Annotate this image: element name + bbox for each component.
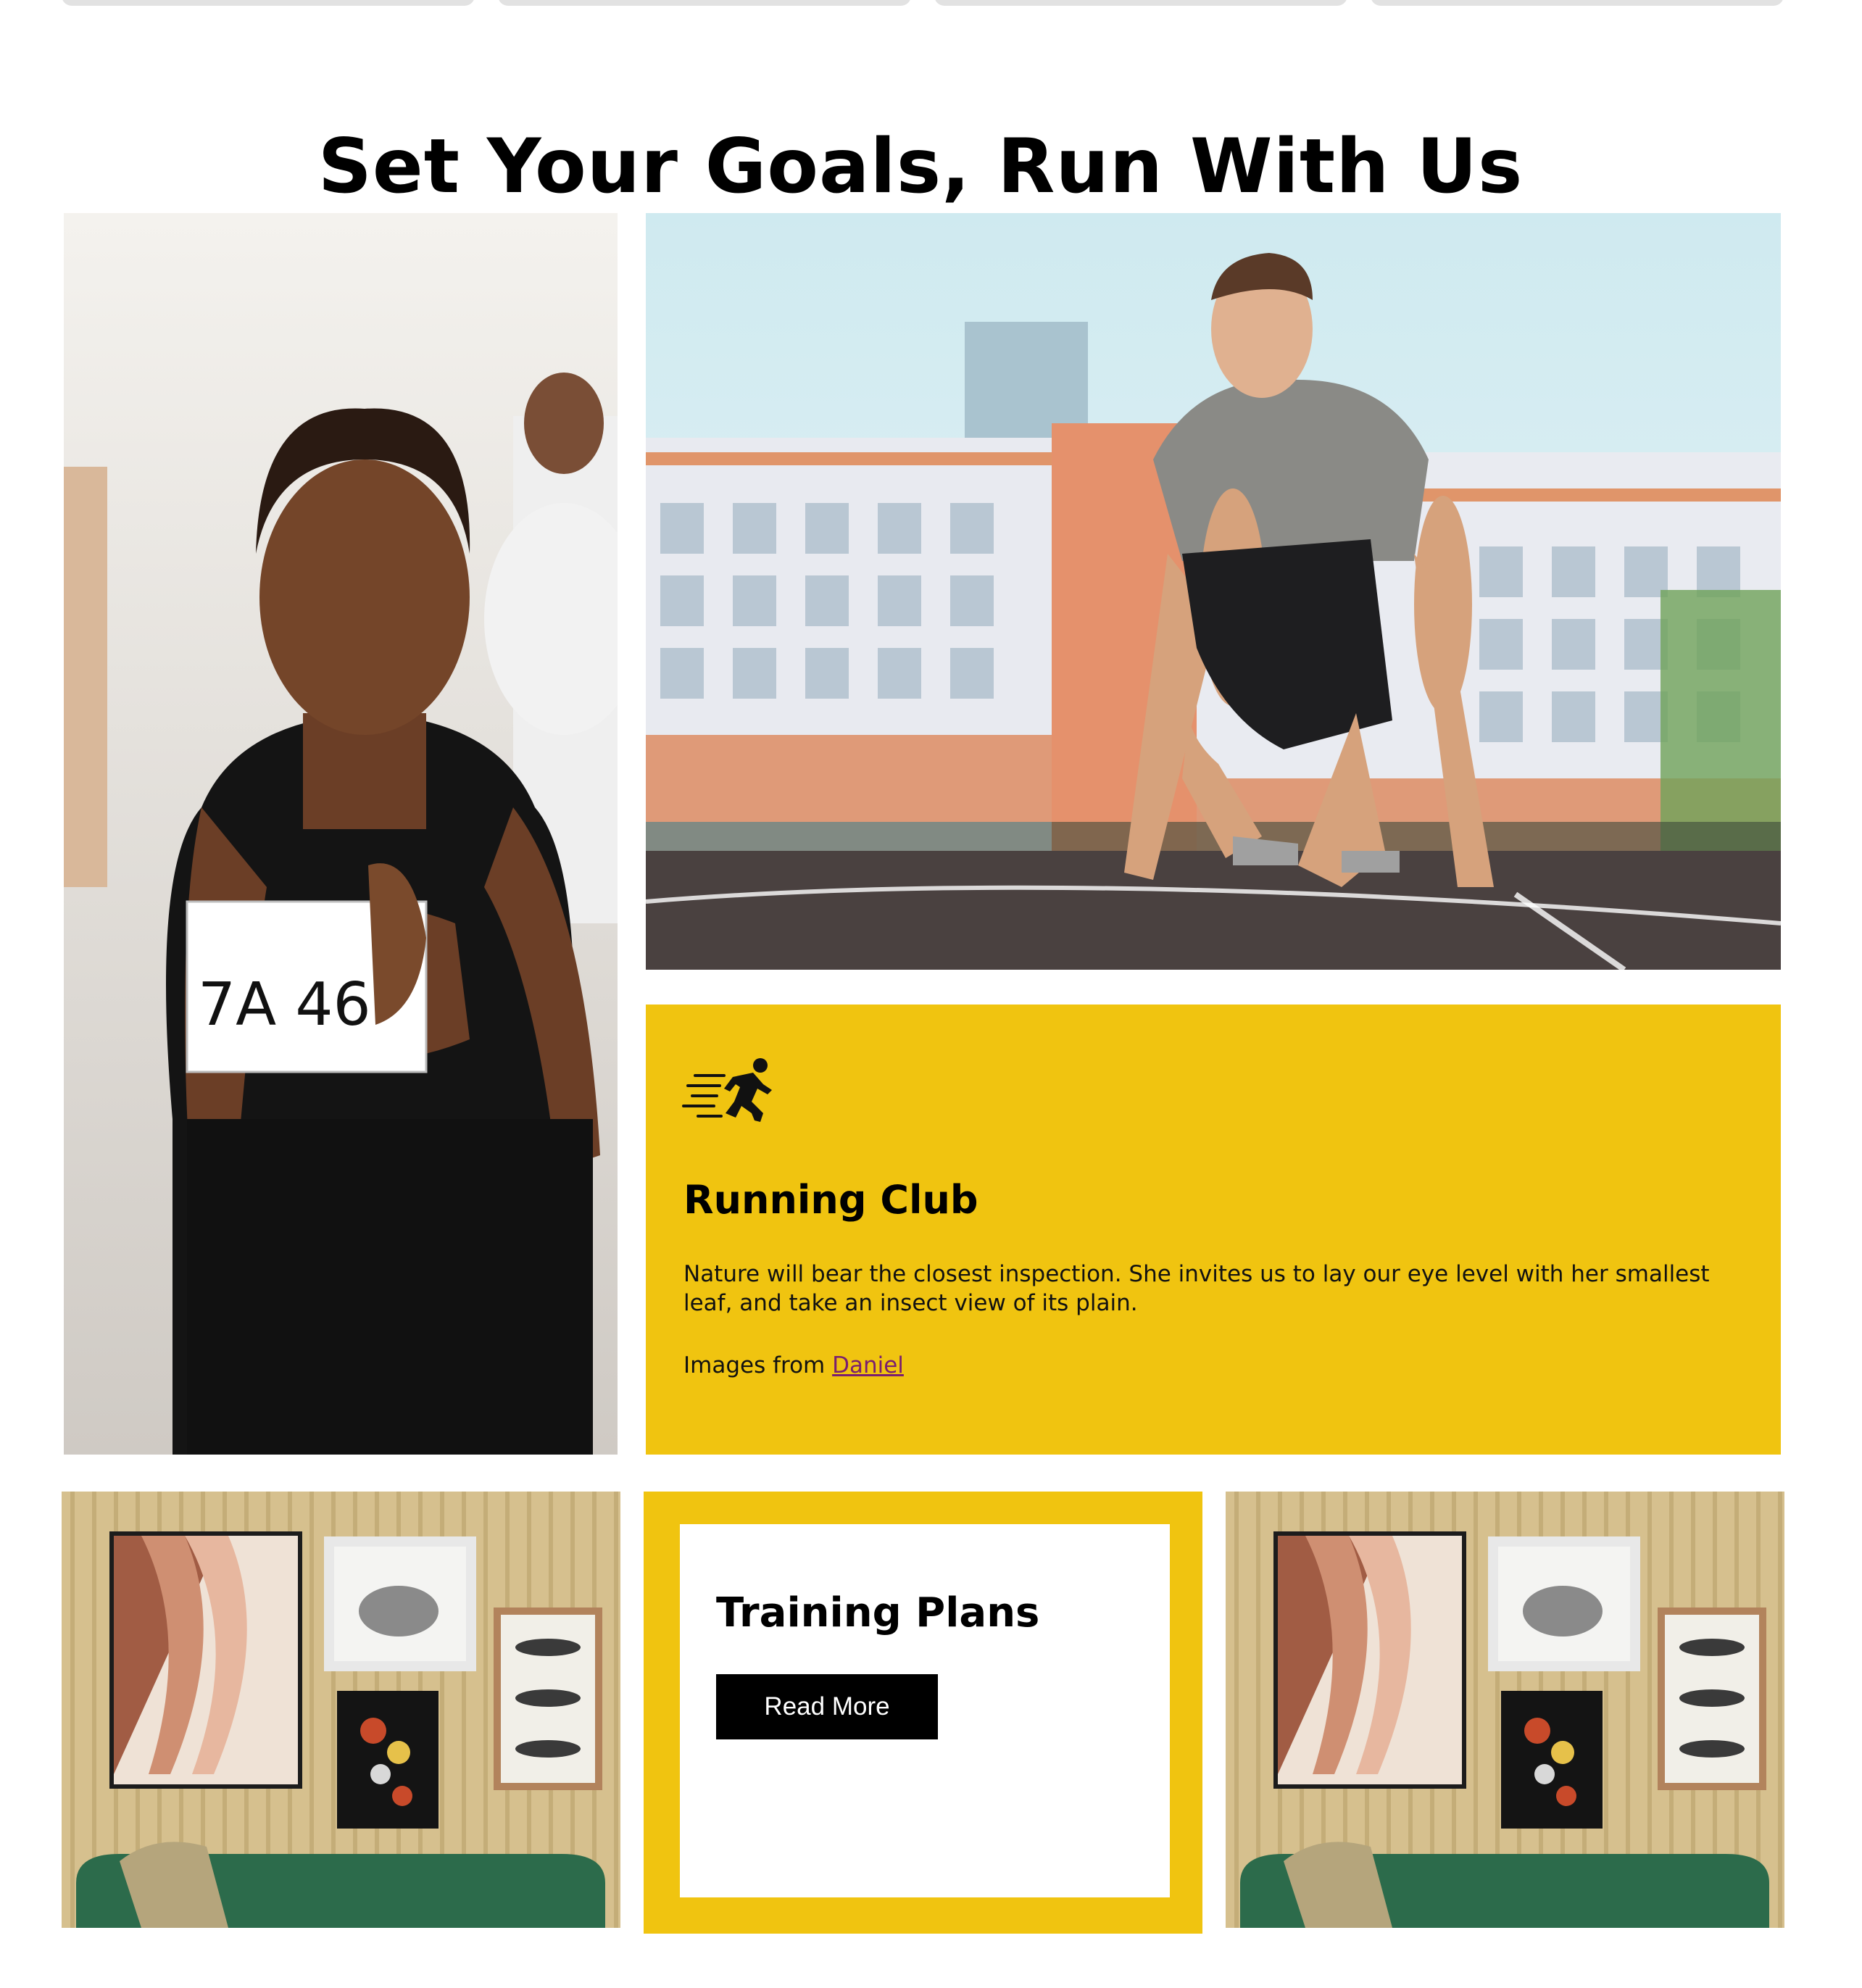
running-person-icon xyxy=(682,1055,776,1124)
gallery-wall-photo-right xyxy=(1226,1492,1784,1928)
woman-runner-photo: 7A 46 xyxy=(64,213,618,1455)
training-plans-title: Training Plans xyxy=(716,1589,1040,1636)
nav-pill-4[interactable] xyxy=(1371,0,1784,6)
svg-text:7A 46: 7A 46 xyxy=(198,970,371,1039)
running-club-description: Nature will bear the closest inspection.… xyxy=(683,1261,1710,1316)
image-credit-prefix: Images from xyxy=(683,1352,833,1378)
image-credit: Images from Daniel xyxy=(683,1352,904,1378)
nav-pill-3[interactable] xyxy=(934,0,1347,6)
training-plans-inner: Training Plans Read More xyxy=(680,1524,1170,1897)
running-club-title: Running Club xyxy=(683,1177,978,1223)
nav-pill-1[interactable] xyxy=(62,0,475,6)
man-sprinter-photo xyxy=(646,213,1781,970)
section-title: Set Your Goals, Run With Us xyxy=(317,123,1524,210)
gallery-wall-photo-left xyxy=(62,1492,620,1928)
running-club-card: Running Club Nature will bear the closes… xyxy=(646,1005,1781,1455)
credit-link-daniel[interactable]: Daniel xyxy=(832,1352,904,1378)
nav-pill-2[interactable] xyxy=(498,0,911,6)
training-plans-card: Training Plans Read More xyxy=(644,1492,1202,1934)
read-more-button[interactable]: Read More xyxy=(716,1674,938,1739)
